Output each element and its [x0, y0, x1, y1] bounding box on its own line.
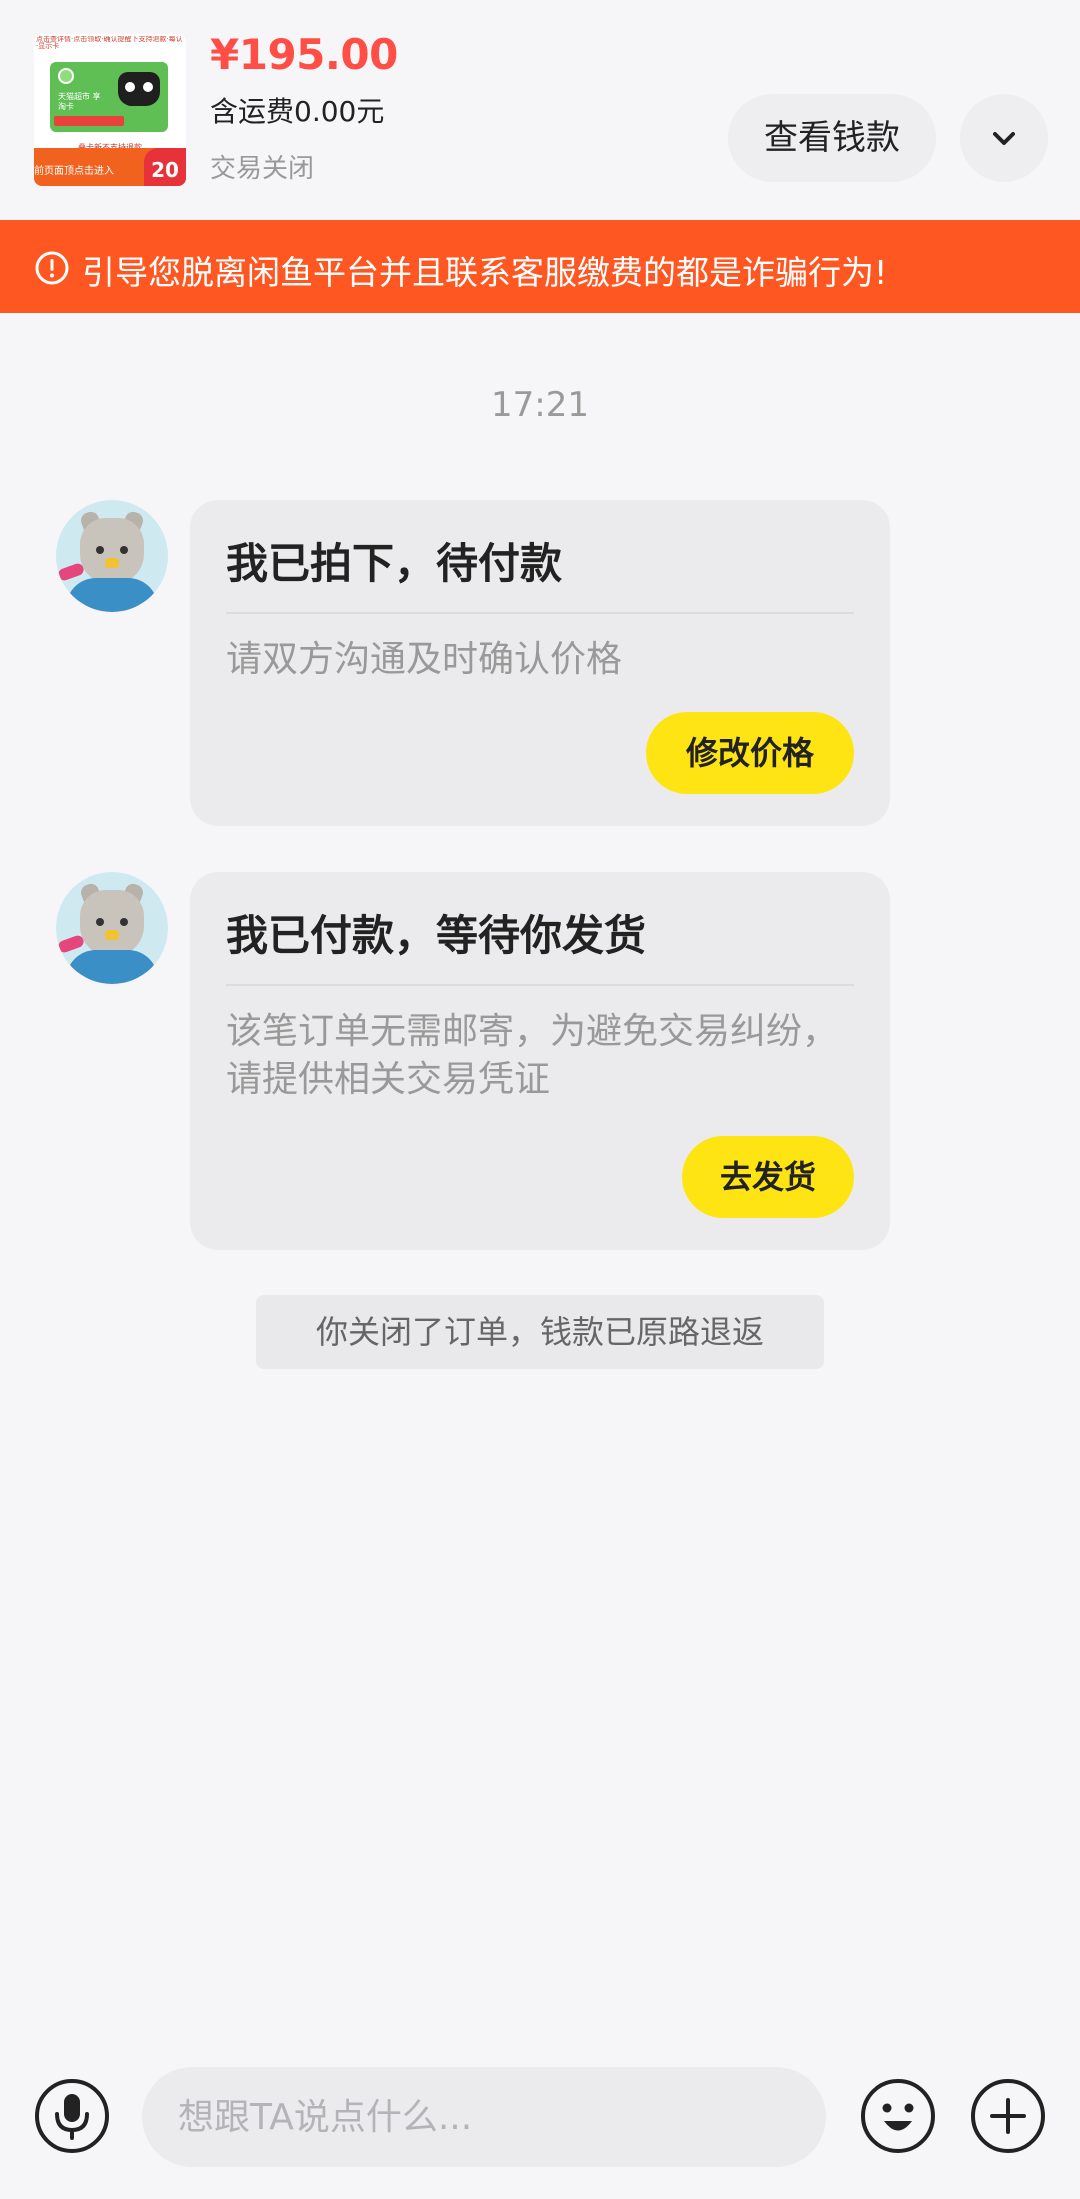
emoji-button[interactable] [860, 2078, 936, 2154]
card-divider [226, 984, 854, 986]
microphone-icon [35, 2079, 109, 2153]
card-title: 我已付款，等待你发货 [226, 911, 647, 960]
more-actions-button[interactable] [970, 2078, 1046, 2154]
order-header: 点击查详情·点击领取·确认提醒下支持退款·每认·显示卡 天猫超市 享淘卡 叠卡新… [0, 0, 1080, 220]
chat-screen: 点击查详情·点击领取·确认提醒下支持退款·每认·显示卡 天猫超市 享淘卡 叠卡新… [0, 0, 1080, 2199]
order-card-awaiting-shipment: 我已付款，等待你发货 该笔订单无需邮寄，为避免交易纠纷，请提供相关交易凭证 去发… [190, 872, 890, 1250]
card-description: 该笔订单无需邮寄，为避免交易纠纷，请提供相关交易凭证 [226, 1011, 839, 1100]
avatar[interactable] [56, 500, 168, 612]
tmall-cat-icon [118, 72, 160, 106]
modify-price-button[interactable]: 修改价格 [646, 712, 854, 794]
chat-timestamp: 17:21 [491, 385, 589, 425]
warning-text: 引导您脱离闲鱼平台并且联系客服缴费的都是诈骗行为! [82, 253, 888, 292]
ship-button[interactable]: 去发货 [682, 1136, 854, 1218]
thumbnail-enter-text: 前页面顶点击进入 [34, 166, 114, 177]
card-text: 天猫超市 享淘卡 [58, 92, 101, 111]
order-price: ¥195.00 [210, 30, 398, 79]
fraud-warning-banner: 引导您脱离闲鱼平台并且联系客服缴费的都是诈骗行为! [0, 220, 1080, 313]
emoji-icon [861, 2079, 935, 2153]
shipping-fee: 含运费0.00元 [210, 95, 385, 128]
avatar[interactable] [56, 872, 168, 984]
view-money-button[interactable]: 查看钱款 [728, 94, 936, 182]
card-divider [226, 612, 854, 614]
leaf-icon [58, 68, 74, 84]
card-red-bar [54, 116, 124, 126]
system-notice: 你关闭了订单，钱款已原路退返 [256, 1295, 824, 1369]
thumbnail-banner: 前页面顶点击进入 20 [34, 148, 186, 186]
message-input[interactable] [142, 2067, 826, 2167]
plus-icon [971, 2079, 1045, 2153]
thumbnail-top-text: 点击查详情·点击领取·确认提醒下支持退款·每认·显示卡 [36, 36, 183, 50]
order-status: 交易关闭 [210, 154, 315, 184]
gift-card-image: 天猫超市 享淘卡 [50, 62, 168, 132]
order-card-pending-payment: 我已拍下，待付款 请双方沟通及时确认价格 修改价格 [190, 500, 890, 826]
alert-circle-icon [35, 251, 69, 285]
card-title: 我已拍下，待付款 [226, 539, 563, 588]
expand-button[interactable] [960, 94, 1048, 182]
card-description: 请双方沟通及时确认价格 [226, 639, 623, 680]
product-thumbnail[interactable]: 点击查详情·点击领取·确认提醒下支持退款·每认·显示卡 天猫超市 享淘卡 叠卡新… [34, 34, 186, 186]
voice-button[interactable] [34, 2078, 110, 2154]
chevron-down-icon [993, 132, 1015, 145]
thumbnail-badge: 20 [144, 148, 186, 186]
